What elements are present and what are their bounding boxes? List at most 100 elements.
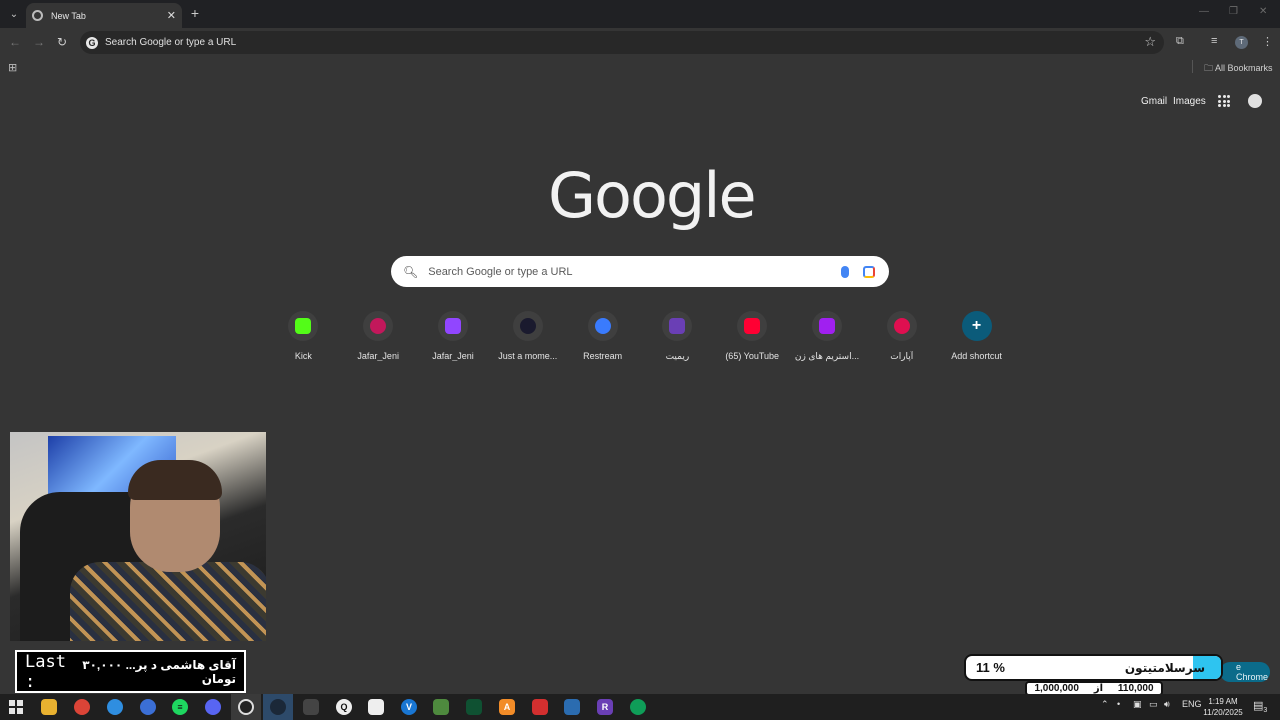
- notification-count: 3: [1263, 707, 1268, 715]
- kick-icon: [295, 318, 312, 334]
- windows-start-icon[interactable]: [9, 700, 23, 714]
- aparat-icon: [893, 318, 910, 334]
- chrome-favicon-icon: [32, 10, 43, 21]
- chrome-notification-pill[interactable]: e Chrome: [1220, 662, 1270, 682]
- youtube-icon: [744, 318, 761, 334]
- close-window-icon[interactable]: ✕: [1259, 6, 1267, 17]
- shortcut-tile[interactable]: استریم های زن...: [790, 309, 865, 369]
- shortcut-icon-wrap: [437, 311, 468, 341]
- minecraft-icon[interactable]: [433, 699, 449, 715]
- shortcut-label: (65) YouTube: [725, 351, 780, 361]
- tab-title: New Tab: [51, 10, 86, 21]
- app-icon-9[interactable]: [303, 699, 319, 715]
- shortcut-tile[interactable]: Restream: [565, 309, 640, 369]
- shortcut-tiles: Kick Jafar_Jeni Jafar_Jeni Just a mome... Re…: [266, 309, 1014, 369]
- spotify-icon[interactable]: ≡: [172, 699, 188, 715]
- file-explorer-icon[interactable]: [41, 699, 57, 715]
- taskbar-clock[interactable]: 1:19 AM 11/20/2025: [1200, 696, 1246, 718]
- browser-app-icon[interactable]: [107, 699, 123, 715]
- bookmarks-divider: [1192, 60, 1193, 73]
- chrome-pill-label: e Chrome: [1236, 662, 1269, 682]
- profile-avatar[interactable]: T: [1235, 36, 1248, 49]
- steam-icon[interactable]: [270, 699, 286, 715]
- shortcut-icon-wrap: +: [961, 311, 992, 341]
- shortcut-label: Restream: [583, 351, 623, 361]
- google-lens-icon[interactable]: [863, 265, 875, 278]
- bookmark-star-icon[interactable]: ☆: [1144, 34, 1156, 50]
- google-account-avatar[interactable]: [1246, 92, 1264, 110]
- clock-date: 11/20/2025: [1203, 708, 1243, 717]
- ntp-search-input[interactable]: [428, 265, 841, 278]
- ntp-search-box[interactable]: 🔍︎: [391, 256, 889, 287]
- shortcut-icon-wrap: [662, 311, 693, 341]
- discord-icon[interactable]: [205, 699, 221, 715]
- back-arrow-icon[interactable]: ←: [9, 35, 21, 49]
- donation-goal-bar: 11 % سرسلامتیتون: [964, 654, 1223, 681]
- donation-last-overlay: Last : آقای هاشمی د پر... ۳۰,۰۰۰ تومان: [15, 650, 246, 693]
- notification-center-icon[interactable]: ▤3: [1253, 699, 1267, 714]
- network-icon[interactable]: ▭: [1149, 699, 1158, 710]
- gmail-link[interactable]: Gmail: [1141, 96, 1167, 107]
- app-tray-icon[interactable]: ▣: [1133, 699, 1142, 710]
- media-queue-icon[interactable]: ≡: [1211, 35, 1217, 47]
- chrome-profile-icon[interactable]: [630, 699, 646, 715]
- microphone-icon[interactable]: [841, 265, 849, 278]
- twitch-icon: [444, 318, 461, 334]
- app-icon-14[interactable]: [466, 699, 482, 715]
- shortcut-icon-wrap: [737, 311, 768, 341]
- shortcut-tile[interactable]: Kick: [266, 309, 341, 369]
- app-icon-16[interactable]: [532, 699, 548, 715]
- forward-arrow-icon[interactable]: →: [33, 35, 45, 49]
- tab-strip: ⌄ New Tab ✕ + — ❐ ✕: [0, 0, 1280, 28]
- mic-tray-icon[interactable]: •: [1117, 699, 1120, 709]
- shortcut-tile[interactable]: Jafar_Jeni: [416, 309, 491, 369]
- language-indicator[interactable]: ENG: [1182, 699, 1202, 709]
- shortcut-tile[interactable]: Just a mome...: [490, 309, 565, 369]
- plus-icon: +: [971, 317, 982, 334]
- shortcut-icon-wrap: [811, 311, 842, 341]
- app-icon-12[interactable]: V: [401, 699, 417, 715]
- shortcut-tile[interactable]: + Add shortcut: [939, 309, 1014, 369]
- chrome-icon[interactable]: [74, 699, 90, 715]
- shortcut-icon-wrap: [288, 311, 319, 341]
- donation-last-label: Last :: [25, 651, 66, 692]
- webcam-overlay: [10, 432, 266, 641]
- new-tab-button[interactable]: +: [188, 5, 202, 21]
- shortcut-label: Add shortcut: [951, 351, 1002, 361]
- omnibox[interactable]: G Search Google or type a URL ☆: [80, 31, 1164, 54]
- remit-icon: [669, 318, 686, 334]
- capcut-icon[interactable]: [368, 699, 384, 715]
- tab-search-chevron-icon[interactable]: ⌄: [4, 5, 24, 23]
- app-icon-4[interactable]: [140, 699, 156, 715]
- reload-icon[interactable]: ↻: [57, 35, 67, 49]
- webcam-shirt: [70, 562, 266, 641]
- extensions-puzzle-icon[interactable]: ⧉: [1176, 35, 1184, 48]
- all-bookmarks-button[interactable]: 🗀 All Bookmarks: [1204, 61, 1273, 77]
- app-icon-17[interactable]: [564, 699, 580, 715]
- tab-close-icon[interactable]: ✕: [167, 9, 176, 22]
- app-icon-10[interactable]: Q: [336, 699, 352, 715]
- goal-current: 110,000: [1117, 683, 1154, 694]
- shortcut-tile[interactable]: (65) YouTube: [715, 309, 790, 369]
- volume-icon[interactable]: 🔊︎: [1164, 699, 1170, 710]
- menu-kebab-icon[interactable]: ⋮: [1262, 35, 1273, 48]
- search-icon: 🔍︎: [403, 264, 419, 279]
- shortcut-tile[interactable]: ریمیت: [640, 309, 715, 369]
- goal-target: 1,000,000: [1034, 683, 1079, 694]
- google-apps-icon[interactable]: [1218, 95, 1230, 107]
- app-icon-15[interactable]: A: [499, 699, 515, 715]
- shortcut-tile[interactable]: آپارات: [864, 309, 939, 369]
- restream-icon: [594, 318, 611, 334]
- webcam-person-hair: [128, 460, 222, 500]
- clock-time: 1:19 AM: [1208, 697, 1238, 706]
- restore-icon[interactable]: ❐: [1229, 6, 1238, 17]
- minimize-icon[interactable]: —: [1199, 6, 1209, 17]
- tab-new-tab[interactable]: New Tab ✕: [26, 3, 182, 28]
- google-g-icon: G: [86, 36, 98, 49]
- tray-chevron-icon[interactable]: ⌃: [1101, 699, 1109, 710]
- images-link[interactable]: Images: [1173, 96, 1206, 107]
- apps-grid-icon[interactable]: ⊞: [8, 61, 17, 74]
- remit-taskbar-icon[interactable]: R: [597, 699, 613, 715]
- shortcut-tile[interactable]: Jafar_Jeni: [341, 309, 416, 369]
- obs-icon[interactable]: [238, 699, 254, 715]
